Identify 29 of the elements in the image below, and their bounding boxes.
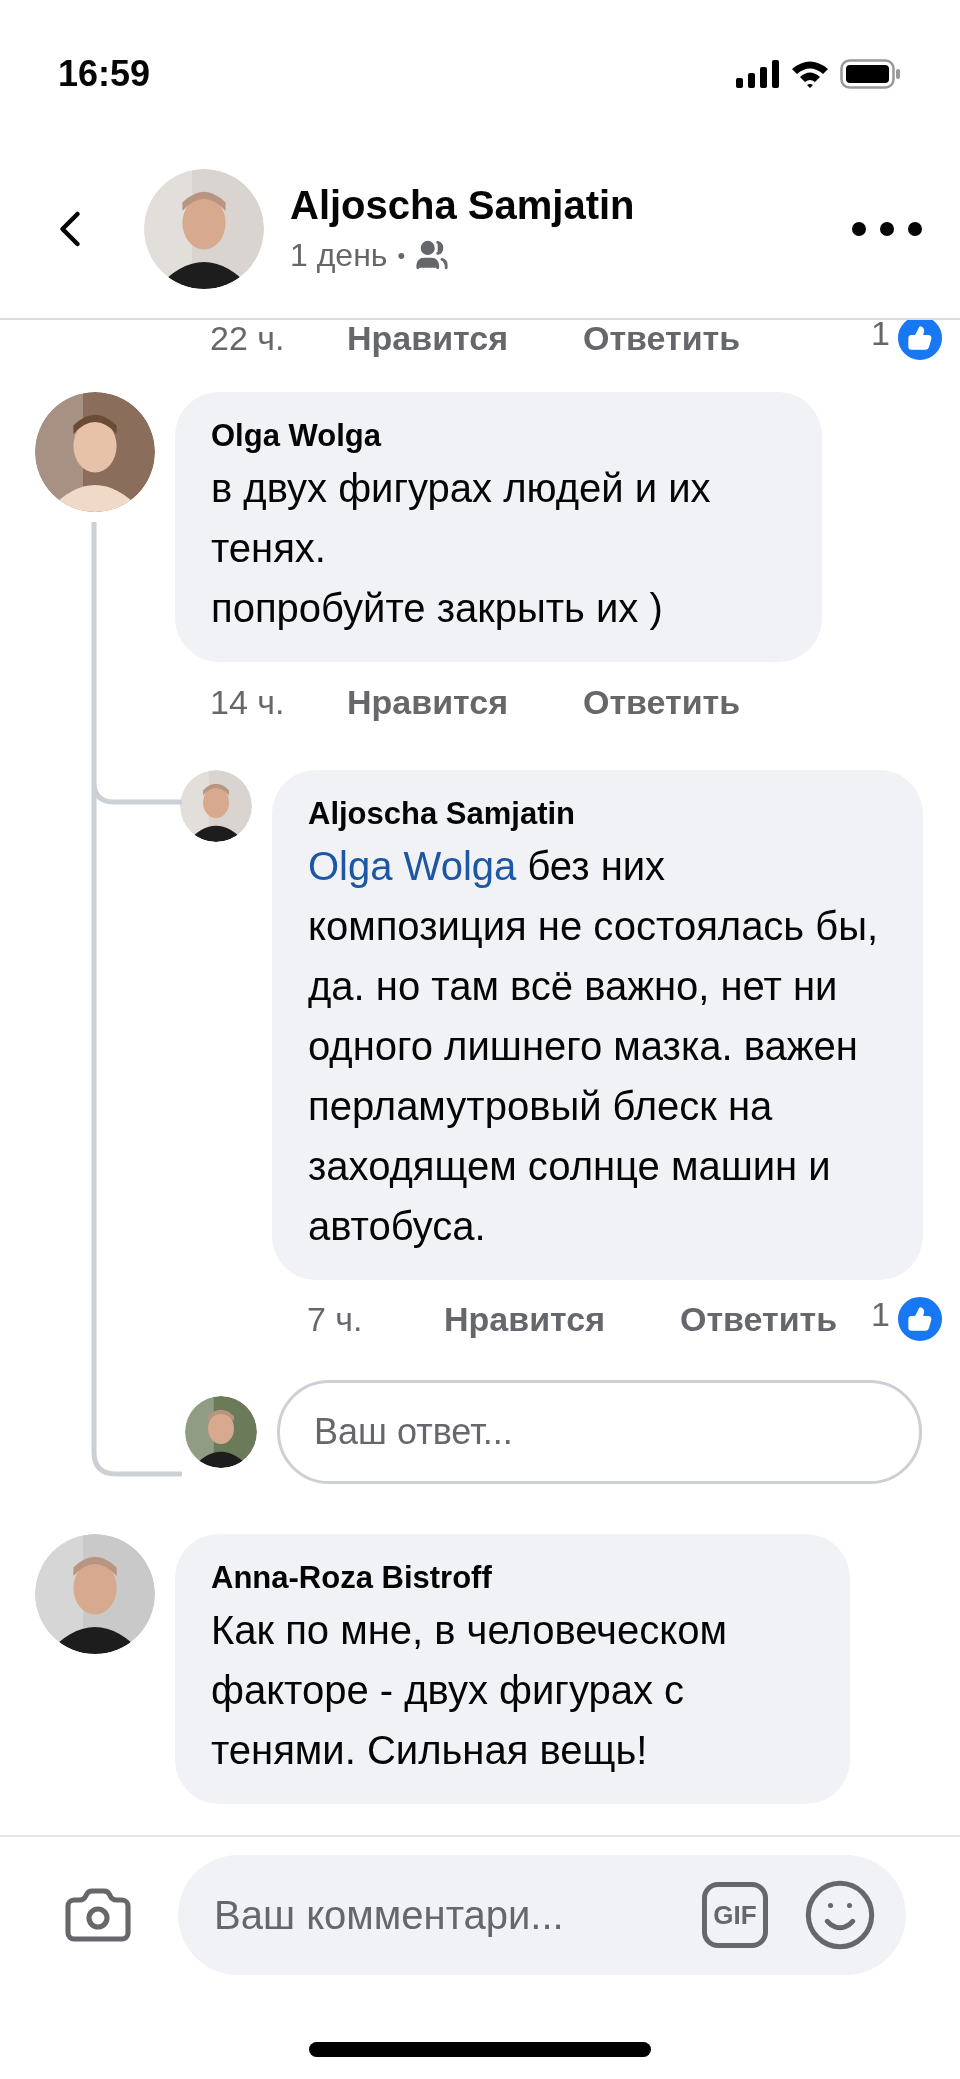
comment-author: Aljoscha Samjatin [308,795,577,833]
like-link[interactable]: Нравится [444,1293,680,1345]
reaction-count: 1 [871,1293,890,1335]
reply-link[interactable]: Ответить [680,1293,838,1345]
reply-link[interactable]: Ответить [583,320,741,364]
friends-icon [415,238,450,272]
reply-field[interactable]: Ваш ответ... [277,1380,922,1484]
separator-dot: • [397,241,406,270]
post-age: 1 день [290,236,388,275]
wifi-icon [790,59,830,89]
comment-author: Olga Wolga [211,417,383,455]
like-link[interactable]: Нравится [347,320,583,364]
author-name: Aljoscha Samjatin [290,182,635,229]
comment-author: Anna-Roza Bistroff [211,1559,493,1597]
status-time: 16:59 [58,52,151,96]
comment-text: Как по мне, в человеческом факторе - двух фигурах с тенями. Сильная вещь! [211,1607,728,1774]
signal-icon [736,60,780,88]
reply-link[interactable]: Ответить [583,676,741,728]
comment-time: 7 ч. [307,1298,364,1340]
comment-text: Olga Wolga без них композиция не состоялась бы, да. но там всё важно, нет ни одного лишнего мазка. важен перламутровый блеск на заходящем солнце машин и автобуса. [308,843,880,1250]
gif-button[interactable]: GIF [702,1882,768,1948]
like-link[interactable]: Нравится [347,676,583,728]
battery-icon [840,59,902,89]
reaction-count: 1 [871,320,890,354]
mention-link[interactable]: Olga Wolga [308,844,517,888]
comment-time: 14 ч. [210,681,286,723]
comment-field[interactable]: Ваш комментари... GIF [178,1855,906,1975]
comment-time: 22 ч. [210,320,286,359]
comment-text: в двух фигурах людей и их тенях. попробуйте закрыть их ) [211,465,712,632]
